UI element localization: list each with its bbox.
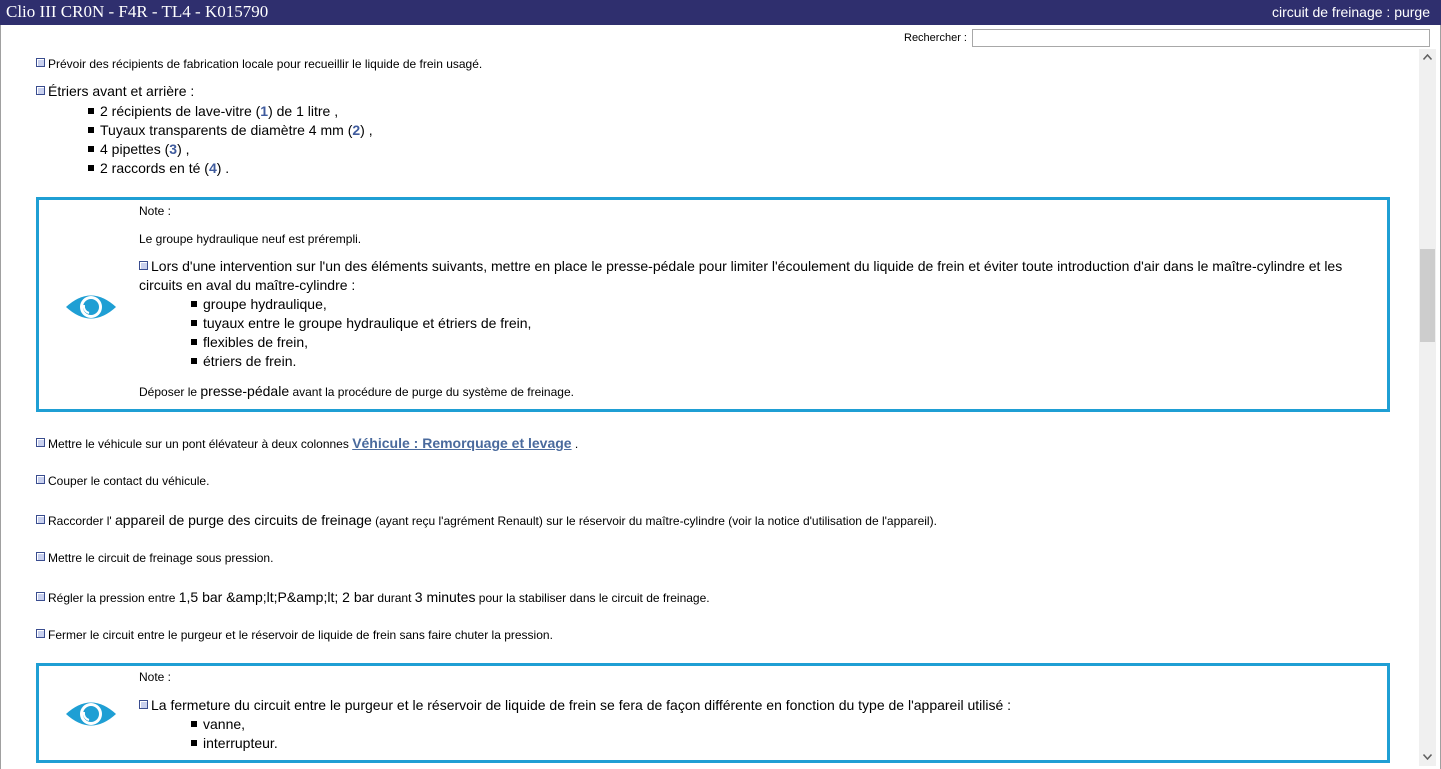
chevron-up-icon: [1423, 54, 1432, 60]
window-title: Clio III CR0N - F4R - TL4 - K015790: [6, 2, 269, 21]
scroll-thumb[interactable]: [1420, 249, 1435, 342]
scroll-up-button[interactable]: [1419, 49, 1436, 66]
step-close: Fermer le circuit entre le purgeur et le…: [36, 628, 553, 642]
list-item: Tuyaux transparents de diamètre 4 mm (2)…: [88, 122, 373, 138]
list-item: interrupteur.: [191, 735, 278, 751]
square-bullet-icon: [36, 515, 45, 524]
square-bullet-icon: [36, 475, 45, 484]
step-connect: Raccorder l' appareil de purge des circu…: [36, 512, 937, 528]
list-item: groupe hydraulique,: [191, 296, 327, 312]
step-regulate: Régler la pression entre 1,5 bar &amp;lt…: [36, 589, 710, 605]
bullet-icon: [191, 358, 197, 364]
document-content: Prévoir des récipients de fabrication lo…: [0, 49, 1419, 769]
square-bullet-icon: [139, 261, 148, 270]
bullet-icon: [88, 108, 94, 114]
note-label: Note :: [139, 204, 172, 218]
square-bullet-icon: [36, 552, 45, 561]
bullet-icon: [191, 320, 197, 326]
search-input[interactable]: [972, 29, 1430, 47]
list-item: 2 raccords en té (4) .: [88, 160, 229, 176]
square-bullet-icon: [36, 58, 45, 67]
eye-icon: [66, 295, 116, 319]
prepare-line: Prévoir des récipients de fabrication lo…: [36, 57, 482, 71]
square-bullet-icon: [36, 86, 45, 95]
bullet-icon: [191, 301, 197, 307]
square-bullet-icon: [36, 629, 45, 638]
list-item: tuyaux entre le groupe hydraulique et ét…: [191, 315, 531, 331]
bullet-icon: [191, 740, 197, 746]
section-title: circuit de freinage : purge: [1272, 4, 1430, 20]
square-bullet-icon: [36, 592, 45, 601]
chevron-down-icon: [1423, 754, 1432, 760]
step-ignition: Couper le contact du véhicule.: [36, 474, 209, 488]
list-item: vanne,: [191, 716, 245, 732]
scroll-down-button[interactable]: [1419, 749, 1436, 766]
list-item: 4 pipettes (3) ,: [88, 141, 190, 157]
bullet-icon: [88, 165, 94, 171]
towing-lifting-link[interactable]: Véhicule : Remorquage et levage: [352, 435, 571, 451]
note-label: Note :: [139, 670, 172, 684]
bullet-icon: [191, 339, 197, 345]
square-bullet-icon: [36, 438, 45, 447]
bullet-icon: [88, 146, 94, 152]
list-item: flexibles de frein,: [191, 334, 308, 350]
note-text: circuits en aval du maître-cylindre :: [139, 277, 356, 293]
list-item: 2 récipients de lave-vitre (1) de 1 litr…: [88, 103, 338, 119]
note-text: Déposer le presse-pédale avant la procéd…: [139, 383, 574, 399]
bullet-icon: [191, 721, 197, 727]
step-lift: Mettre le véhicule sur un pont élévateur…: [36, 435, 578, 451]
search-label: Rechercher :: [904, 32, 967, 44]
note-text: Le groupe hydraulique neuf est prérempli…: [139, 232, 362, 246]
calipers-title: Étriers avant et arrière :: [36, 83, 194, 99]
note-text: La fermeture du circuit entre le purgeur…: [139, 697, 1011, 713]
note-box: Note : La fermeture du circuit entre le …: [36, 663, 1390, 763]
title-bar: Clio III CR0N - F4R - TL4 - K015790 circ…: [0, 0, 1441, 25]
eye-icon: [66, 702, 116, 726]
bullet-icon: [88, 127, 94, 133]
note-box: Note : Le groupe hydraulique neuf est pr…: [36, 197, 1390, 412]
list-item: étriers de frein.: [191, 353, 296, 369]
step-pressure: Mettre le circuit de freinage sous press…: [36, 551, 273, 565]
note-text: Lors d'une intervention sur l'un des élé…: [139, 258, 1342, 274]
vertical-scrollbar[interactable]: [1419, 49, 1436, 766]
search-bar: Rechercher :: [0, 25, 1441, 49]
square-bullet-icon: [139, 700, 148, 709]
